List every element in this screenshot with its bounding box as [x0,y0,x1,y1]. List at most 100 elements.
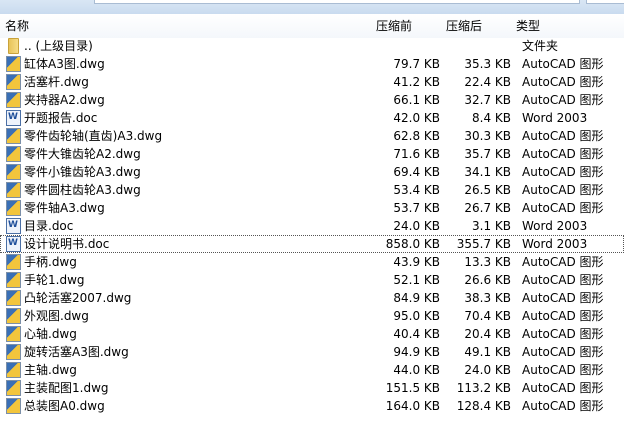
file-name: 设计说明书.doc [24,237,110,251]
file-name: 零件大锥齿轮A2.dwg [24,147,141,161]
file-row[interactable]: 旋转活塞A3图.dwg 94.9 KB 49.1 KB AutoCAD 图形 [0,343,624,361]
file-row[interactable]: 凸轮活塞2007.dwg 84.9 KB 38.3 KB AutoCAD 图形 [0,289,624,307]
file-type: AutoCAD 图形 [522,381,604,395]
file-row[interactable]: 设计说明书.doc 858.0 KB 355.7 KB Word 2003 [0,235,624,253]
size-after: 32.7 KB [464,93,511,107]
file-type: AutoCAD 图形 [522,363,604,377]
size-before: 53.4 KB [393,183,440,197]
size-after: 13.3 KB [464,255,511,269]
file-name: 目录.doc [24,219,74,233]
file-row[interactable]: 主轴.dwg 44.0 KB 24.0 KB AutoCAD 图形 [0,361,624,379]
size-after: 128.4 KB [456,399,511,413]
file-name: 主轴.dwg [24,363,77,377]
size-before: 151.5 KB [385,381,440,395]
size-before: 84.9 KB [393,291,440,305]
autocad-file-icon [6,128,21,144]
file-row[interactable]: 手轮1.dwg 52.1 KB 26.6 KB AutoCAD 图形 [0,271,624,289]
file-row[interactable]: 零件小锥齿轮A3.dwg 69.4 KB 34.1 KB AutoCAD 图形 [0,163,624,181]
file-row[interactable]: 开题报告.doc 42.0 KB 8.4 KB Word 2003 [0,109,624,127]
autocad-file-icon [6,344,21,360]
file-name: 零件轴A3.dwg [24,201,105,215]
size-after: 26.5 KB [464,183,511,197]
file-type: AutoCAD 图形 [522,327,604,341]
size-after: 3.1 KB [472,219,511,233]
file-row[interactable]: .. (上级目录) 文件夹 [0,37,624,55]
file-type: AutoCAD 图形 [522,399,604,413]
word-document-icon [6,236,21,252]
search-box[interactable] [586,0,624,4]
size-before: 52.1 KB [393,273,440,287]
size-before: 858.0 KB [385,237,440,251]
column-header: 名称 压缩前 压缩后 类型 [0,14,624,38]
size-after: 8.4 KB [472,111,511,125]
file-name: 手柄.dwg [24,255,77,269]
file-type: AutoCAD 图形 [522,273,604,287]
size-before: 53.7 KB [393,201,440,215]
file-row[interactable]: 心轴.dwg 40.4 KB 20.4 KB AutoCAD 图形 [0,325,624,343]
file-row[interactable]: 零件齿轮轴(直齿)A3.dwg 62.8 KB 30.3 KB AutoCAD … [0,127,624,145]
size-after: 26.7 KB [464,201,511,215]
size-before: 95.0 KB [393,309,440,323]
autocad-file-icon [6,308,21,324]
file-type: AutoCAD 图形 [522,345,604,359]
column-name[interactable]: 名称 [5,17,29,34]
size-before: 44.0 KB [393,363,440,377]
autocad-file-icon [6,272,21,288]
autocad-file-icon [6,92,21,108]
size-before: 164.0 KB [385,399,440,413]
file-type: AutoCAD 图形 [522,255,604,269]
file-name: 手轮1.dwg [24,273,85,287]
size-after: 22.4 KB [464,75,511,89]
file-row[interactable]: 夹持器A2.dwg 66.1 KB 32.7 KB AutoCAD 图形 [0,91,624,109]
file-row[interactable]: 活塞杆.dwg 41.2 KB 22.4 KB AutoCAD 图形 [0,73,624,91]
size-after: 26.6 KB [464,273,511,287]
file-type: Word 2003 [522,219,588,233]
size-after: 35.7 KB [464,147,511,161]
file-row[interactable]: 主装配图1.dwg 151.5 KB 113.2 KB AutoCAD 图形 [0,379,624,397]
column-type[interactable]: 类型 [516,17,540,34]
autocad-file-icon [6,362,21,378]
autocad-file-icon [6,290,21,306]
toolbar [0,0,624,14]
size-after: 30.3 KB [464,129,511,143]
file-type: Word 2003 [522,237,588,251]
file-type: Word 2003 [522,111,588,125]
file-row[interactable]: 外观图.dwg 95.0 KB 70.4 KB AutoCAD 图形 [0,307,624,325]
file-row[interactable]: 零件大锥齿轮A2.dwg 71.6 KB 35.7 KB AutoCAD 图形 [0,145,624,163]
file-name: 缸体A3图.dwg [24,57,105,71]
size-after: 113.2 KB [456,381,511,395]
size-after: 20.4 KB [464,327,511,341]
address-bar[interactable] [94,0,580,4]
file-name: 心轴.dwg [24,327,77,341]
autocad-file-icon [6,254,21,270]
autocad-file-icon [6,380,21,396]
size-after: 38.3 KB [464,291,511,305]
file-type: AutoCAD 图形 [522,129,604,143]
file-row[interactable]: 目录.doc 24.0 KB 3.1 KB Word 2003 [0,217,624,235]
file-name: 主装配图1.dwg [24,381,109,395]
file-name: 总装图A0.dwg [24,399,105,413]
file-row[interactable]: 缸体A3图.dwg 79.7 KB 35.3 KB AutoCAD 图形 [0,55,624,73]
word-document-icon [6,218,21,234]
file-type: AutoCAD 图形 [522,147,604,161]
file-name: 活塞杆.dwg [24,75,89,89]
file-row[interactable]: 零件圆柱齿轮A3.dwg 53.4 KB 26.5 KB AutoCAD 图形 [0,181,624,199]
column-before[interactable]: 压缩前 [376,17,412,34]
file-row[interactable]: 总装图A0.dwg 164.0 KB 128.4 KB AutoCAD 图形 [0,397,624,415]
folder-icon [8,38,19,54]
file-type: AutoCAD 图形 [522,75,604,89]
autocad-file-icon [6,74,21,90]
size-before: 71.6 KB [393,147,440,161]
file-name: .. (上级目录) [24,39,93,53]
file-name: 凸轮活塞2007.dwg [24,291,132,305]
file-type: 文件夹 [522,39,559,53]
file-row[interactable]: 零件轴A3.dwg 53.7 KB 26.7 KB AutoCAD 图形 [0,199,624,217]
size-before: 62.8 KB [393,129,440,143]
file-row[interactable]: 手柄.dwg 43.9 KB 13.3 KB AutoCAD 图形 [0,253,624,271]
autocad-file-icon [6,398,21,414]
file-type: AutoCAD 图形 [522,93,604,107]
size-after: 35.3 KB [464,57,511,71]
column-after[interactable]: 压缩后 [446,17,482,34]
size-after: 34.1 KB [464,165,511,179]
size-before: 40.4 KB [393,327,440,341]
